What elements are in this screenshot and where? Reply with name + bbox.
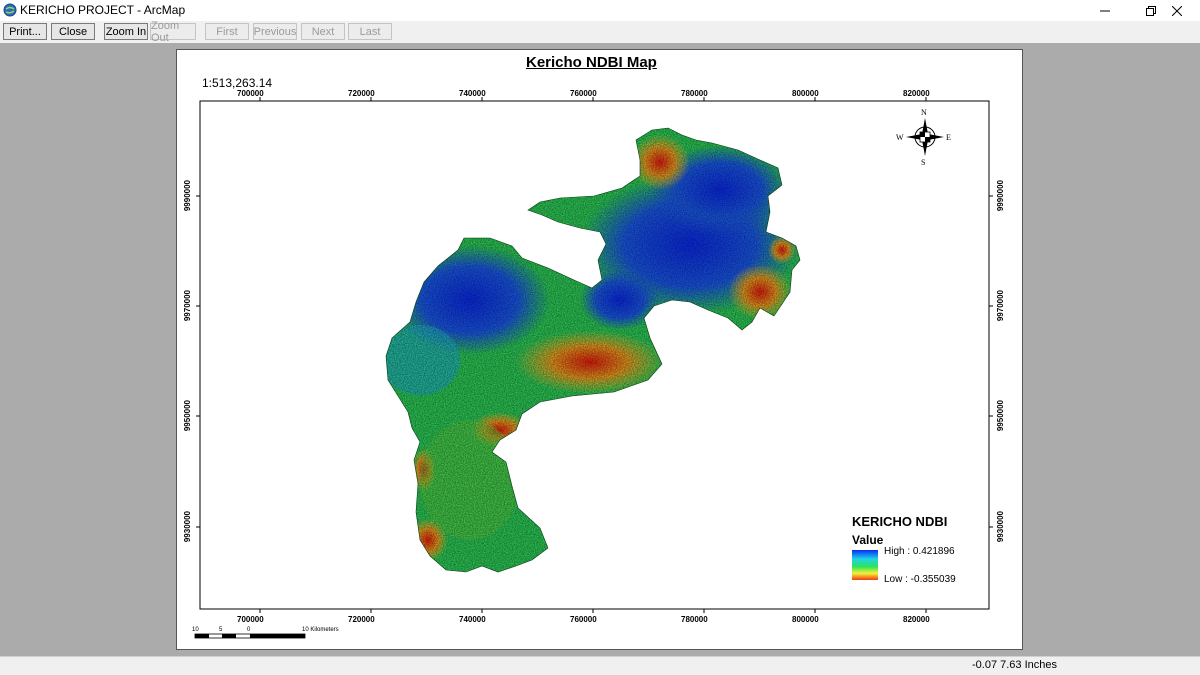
y-tick-label: 9990000 — [996, 180, 1005, 212]
cursor-coordinates: -0.07 7.63 Inches — [971, 659, 1057, 671]
legend-low-label: Low : -0.355039 — [884, 574, 956, 585]
x-tick-label: 760000 — [570, 89, 597, 98]
y-tick-label: 9930000 — [183, 511, 192, 543]
y-tick-label: 9970000 — [183, 290, 192, 322]
x-tick-label: 720000 — [348, 615, 375, 624]
scalebar-label: 10 Kilometers — [302, 627, 339, 633]
scale-text: 1:513,263.14 — [202, 76, 273, 90]
scalebar-label: 0 — [247, 627, 251, 633]
scale-bar — [194, 633, 306, 639]
scalebar-label: 5 — [219, 627, 223, 633]
x-tick-label: 700000 — [237, 89, 264, 98]
y-tick-label: 9950000 — [996, 400, 1005, 432]
x-tick-label: 800000 — [792, 89, 819, 98]
status-bar: -0.07 7.63 Inches — [0, 656, 1200, 675]
legend-subtitle: Value — [852, 533, 884, 547]
x-tick-label: 700000 — [237, 615, 264, 624]
y-tick-label: 9930000 — [996, 511, 1005, 543]
x-tick-label: 720000 — [348, 89, 375, 98]
x-tick-label: 820000 — [903, 615, 930, 624]
legend-title: KERICHO NDBI — [852, 514, 948, 529]
map-frame — [194, 97, 993, 639]
x-tick-label: 740000 — [459, 89, 486, 98]
south-label: S — [921, 158, 926, 167]
x-tick-label: 760000 — [570, 615, 597, 624]
y-tick-label: 9950000 — [183, 400, 192, 432]
scalebar-label: 10 — [192, 627, 199, 633]
west-label: W — [896, 133, 904, 142]
x-tick-label: 740000 — [459, 615, 486, 624]
legend-high-label: High : 0.421896 — [884, 546, 955, 557]
x-tick-label: 780000 — [681, 615, 708, 624]
x-tick-label: 800000 — [792, 615, 819, 624]
x-tick-label: 820000 — [903, 89, 930, 98]
north-label: N — [921, 108, 927, 117]
y-tick-label: 9970000 — [996, 290, 1005, 322]
y-tick-label: 9990000 — [183, 180, 192, 212]
x-tick-label: 780000 — [681, 89, 708, 98]
legend-color-ramp — [852, 550, 878, 580]
east-label: E — [946, 133, 951, 142]
map-title: Kericho NDBI Map — [526, 54, 657, 71]
